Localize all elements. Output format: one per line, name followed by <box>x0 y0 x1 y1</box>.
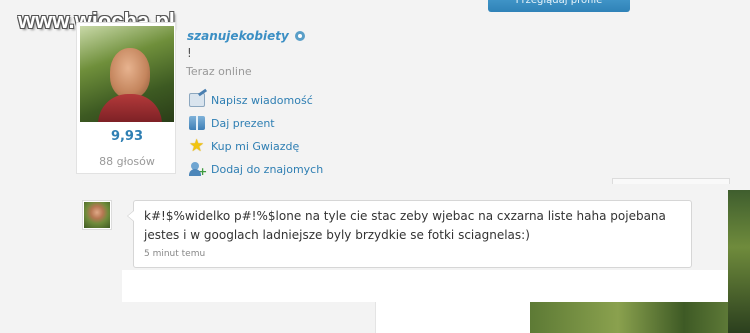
browse-profiles-button[interactable]: Przeglądaj profile <box>488 0 630 12</box>
star-icon <box>189 136 205 156</box>
photo-thumbnail-partial[interactable] <box>530 302 750 333</box>
comment-panel <box>122 270 728 302</box>
username-text[interactable]: szanujekobiety <box>187 29 289 43</box>
online-status: Teraz online <box>186 65 252 78</box>
buy-star-link[interactable]: Kup mi Gwiazdę <box>189 136 299 156</box>
panel-tab <box>612 178 730 184</box>
lower-card <box>375 300 530 333</box>
give-gift-link[interactable]: Daj prezent <box>189 116 275 130</box>
profile-avatar[interactable] <box>80 26 174 122</box>
comment-avatar-image <box>84 202 110 228</box>
comment-timestamp: 5 minut temu <box>144 249 206 259</box>
profile-card: 9,93 88 głosów <box>76 22 176 174</box>
profile-username[interactable]: szanujekobiety <box>187 29 305 43</box>
photo-strip-partial[interactable] <box>728 190 750 333</box>
info-circle-icon[interactable] <box>294 31 305 41</box>
avatar-face <box>110 48 150 98</box>
bubble-pointer <box>127 210 134 222</box>
profile-rating: 9,93 <box>110 129 144 144</box>
add-friend-label[interactable]: Dodaj do znajomych <box>211 163 323 176</box>
gift-icon <box>189 116 205 130</box>
comment-author-avatar[interactable] <box>82 200 112 230</box>
buy-star-label[interactable]: Kup mi Gwiazdę <box>211 140 299 153</box>
profile-votes: 88 głosów <box>99 155 155 168</box>
add-friend-icon: + <box>189 162 207 177</box>
envelope-pencil-icon <box>189 93 205 107</box>
send-message-link[interactable]: Napisz wiadomość <box>189 93 313 107</box>
comment-text: k#!$%widelko p#!%$lone na tyle cie stac … <box>144 209 666 242</box>
add-friend-link[interactable]: + Dodaj do znajomych <box>189 162 323 177</box>
give-gift-label[interactable]: Daj prezent <box>211 117 275 130</box>
comment-bubble: k#!$%widelko p#!%$lone na tyle cie stac … <box>127 200 692 268</box>
send-message-label[interactable]: Napisz wiadomość <box>211 94 313 107</box>
avatar-shirt <box>98 94 162 122</box>
profile-status-mark: ! <box>187 46 192 60</box>
